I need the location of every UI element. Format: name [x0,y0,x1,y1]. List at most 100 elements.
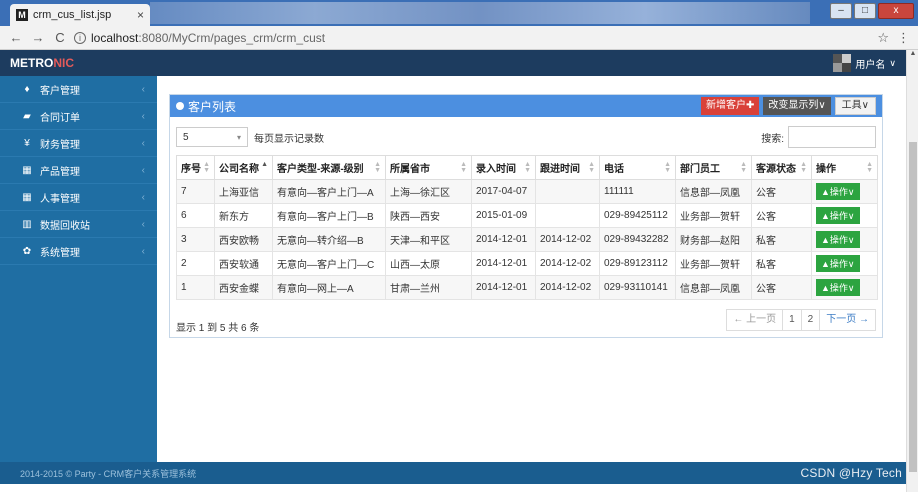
cell-department: 业务部—贺轩 [675,203,752,228]
cell-type: 无意向—转介绍—B [272,227,386,252]
cell-company: 西安欧畅 [214,227,273,252]
minimize-button[interactable]: – [830,3,852,19]
table-row[interactable]: 1 西安金蝶 有意向—网上—A 甘肃—兰州 2014-12-01 2014-12… [176,275,878,300]
logo-accent: NIC [53,56,75,70]
back-icon[interactable]: ← [8,30,24,45]
browser-tab[interactable]: M crm_cus_list.jsp × [10,4,150,26]
logo[interactable]: METRONIC [10,56,74,70]
window-controls: – □ x [830,3,914,19]
table-toolbar: 5 ▾ 每页显示记录数 搜索: [170,123,882,151]
avatar [833,54,852,72]
scroll-up-icon[interactable]: ▲ [907,50,918,57]
reload-icon[interactable]: C [52,30,68,45]
column-header-department[interactable]: 部门员工 ▲ ▼ [675,155,752,180]
cell-company: 西安软通 [214,251,273,276]
sidebar-item-recycle[interactable]: ▥ 数据回收站 ‹ [0,211,157,238]
cell-type: 无意向—客户上门—C [272,251,386,276]
sidebar-item-hr[interactable]: ▦ 人事管理 ‹ [0,184,157,211]
cell-department: 信息部—凤凰 [675,275,752,300]
cell-type: 有意向—网上—A [272,275,386,300]
column-header-entry-date[interactable]: 录入时间 ▲ ▼ [471,155,536,180]
row-action-button[interactable]: ▲操作∨ [816,279,860,296]
page-1-button[interactable]: 1 [782,309,802,331]
column-header-province[interactable]: 所属省市 ▲ ▼ [385,155,472,180]
sidebar-item-label: 财务管理 [40,139,80,151]
tools-button[interactable]: 工具∨ [834,97,876,115]
favicon-icon: M [16,9,28,21]
close-window-button[interactable]: x [878,3,914,19]
maximize-button[interactable]: □ [854,3,876,19]
cell-phone: 029-93110141 [599,275,676,300]
browser-menu-icon[interactable]: ⋮ [897,30,910,46]
portlet-title: 客户列表 [176,98,236,115]
column-header-phone[interactable]: 电话 ▲ ▼ [599,155,676,180]
main-content: 客户列表 新增客户✚ 改变显示列∨ 工具∨ 5 ▾ 每页显示记录数 搜索: 序号… [157,76,906,462]
next-page-button[interactable]: 下一页 → [819,309,876,331]
table-row[interactable]: 3 西安欧畅 无意向—转介绍—B 天津—和平区 2014-12-01 2014-… [176,227,878,252]
row-action-button[interactable]: ▲操作∨ [816,183,860,200]
column-header-actions[interactable]: 操作 ▲ ▼ [811,155,878,180]
url-field[interactable]: i localhost :8080/MyCrm/pages_crm/crm_cu… [74,31,869,45]
table-header-row: 序号 ▲ ▼ 公司名称 ▲ 客户类型-来源-级别 ▲ ▼ 所属省市 ▲ ▼ 录入时间 ▲ ▼ 跟进… [176,155,878,180]
table-row[interactable]: 7 上海亚信 有意向—客户上门—A 上海—徐汇区 2017-04-07 1111… [176,179,878,204]
page-2-button[interactable]: 2 [800,309,821,331]
cell-company: 新东方 [214,203,273,228]
page-size-select[interactable]: 5 ▾ [176,127,248,147]
cell-province: 陕西—西安 [385,203,472,228]
column-header-company[interactable]: 公司名称 ▲ [214,155,273,180]
info-icon[interactable]: i [74,31,86,44]
column-header-status[interactable]: 客源状态 ▲ ▼ [751,155,812,180]
customer-list-portlet: 客户列表 新增客户✚ 改变显示列∨ 工具∨ 5 ▾ 每页显示记录数 搜索: 序号… [169,94,883,338]
cell-entry-date: 2014-12-01 [471,227,536,252]
row-action-button[interactable]: ▲操作∨ [816,255,860,272]
chevron-left-icon: ‹ [141,245,145,257]
cell-follow-date [535,179,600,204]
close-tab-icon[interactable]: × [137,8,144,22]
cell-status: 公客 [751,203,812,228]
cell-id: 7 [176,179,215,204]
cell-department: 业务部—贺轩 [675,251,752,276]
user-menu[interactable]: 用户名 ∨ [833,54,896,72]
change-columns-button[interactable]: 改变显示列∨ [763,97,831,115]
column-header-follow-date[interactable]: 跟进时间 ▲ ▼ [535,155,600,180]
cell-status: 私客 [751,251,812,276]
row-action-button[interactable]: ▲操作∨ [816,207,860,224]
table-info: 显示 1 到 5 共 6 条 [176,323,260,334]
chevron-left-icon: ‹ [141,191,145,203]
sidebar-item-contracts[interactable]: ▰ 合同订单 ‹ [0,103,157,130]
cell-follow-date: 2014-12-02 [535,251,600,276]
bookmark-star-icon[interactable]: ☆ [877,30,889,46]
url-path: :8080/MyCrm/pages_crm/crm_cust [138,30,326,45]
cell-status: 公客 [751,275,812,300]
page-scrollbar[interactable]: ▲ [906,50,918,492]
table-row[interactable]: 6 新东方 有意向—客户上门—B 陕西—西安 2015-01-09 029-89… [176,203,878,228]
sidebar: ♦ 客户管理 ‹ ▰ 合同订单 ‹ ¥ 财务管理 ‹ ▦ 产品管理 ‹ ▦ 人事… [0,76,157,462]
row-action-button[interactable]: ▲操作∨ [816,231,860,248]
username: 用户名 [855,59,886,71]
column-header-type[interactable]: 客户类型-来源-级别 ▲ ▼ [272,155,386,180]
logo-main: METRO [10,56,54,70]
cell-department: 信息部—凤凰 [675,179,752,204]
column-header-id[interactable]: 序号 ▲ ▼ [176,155,215,180]
url-host: localhost [91,30,139,45]
sidebar-item-customers[interactable]: ♦ 客户管理 ‹ [0,76,157,103]
sidebar-item-label: 系统管理 [40,247,80,259]
forward-icon[interactable]: → [30,30,46,45]
cell-id: 1 [176,275,215,300]
cell-status: 私客 [751,227,812,252]
prev-page-button[interactable]: ← 上一页 [726,309,784,331]
table-row[interactable]: 2 西安软通 无意向—客户上门—C 山西—太原 2014-12-01 2014-… [176,251,878,276]
cell-id: 2 [176,251,215,276]
sidebar-item-system[interactable]: ✿ 系统管理 ‹ [0,238,157,265]
sidebar-item-products[interactable]: ▦ 产品管理 ‹ [0,157,157,184]
blurred-tabs [150,2,810,24]
cell-status: 公客 [751,179,812,204]
search-input[interactable] [788,126,876,148]
sidebar-item-finance[interactable]: ¥ 财务管理 ‹ [0,130,157,157]
cell-phone: 029-89123112 [599,251,676,276]
cell-province: 上海—徐汇区 [385,179,472,204]
portlet-header: 客户列表 新增客户✚ 改变显示列∨ 工具∨ [170,95,882,117]
cell-actions: ▲操作∨ [811,275,878,300]
add-customer-button[interactable]: 新增客户✚ [700,97,760,115]
scrollbar-thumb[interactable] [909,142,917,472]
